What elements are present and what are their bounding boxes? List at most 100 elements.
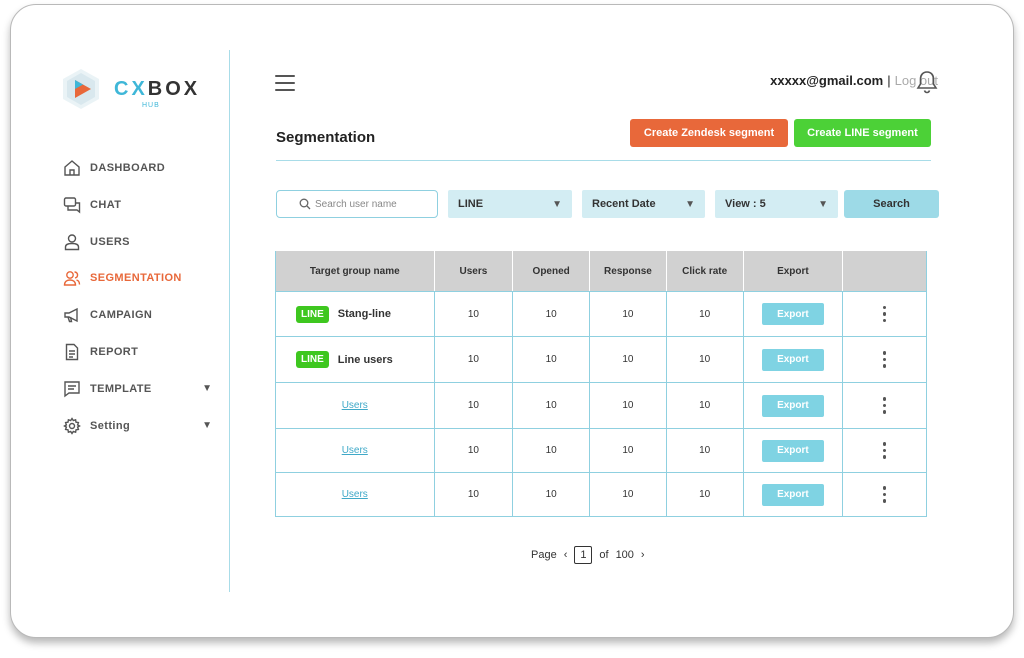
search-icon xyxy=(299,198,311,210)
column-header xyxy=(843,251,926,291)
export-cell: Export xyxy=(744,383,844,428)
export-cell: Export xyxy=(744,292,844,336)
chevron-down-icon[interactable]: ▼ xyxy=(202,383,212,394)
sidebar-item-template[interactable]: TEMPLATE ▼ xyxy=(62,379,212,399)
sidebar-item-campaign[interactable]: CAMPAIGN xyxy=(62,305,212,325)
of-label: of xyxy=(599,549,609,561)
bell-icon[interactable] xyxy=(916,70,938,94)
search-field[interactable] xyxy=(276,190,438,218)
search-input[interactable] xyxy=(315,198,435,210)
export-button[interactable]: Export xyxy=(761,303,824,325)
title-divider xyxy=(276,160,931,161)
table-header-row: Target group name Users Opened Response … xyxy=(276,251,926,291)
click-rate-cell: 10 xyxy=(667,383,744,428)
table-row: Users 10 10 10 10 Export xyxy=(276,472,926,516)
sidebar-item-users[interactable]: USERS xyxy=(62,232,212,252)
click-rate-cell: 10 xyxy=(667,337,744,382)
channel-select[interactable]: LINE ▼ xyxy=(448,190,572,218)
more-options-icon[interactable] xyxy=(877,304,893,325)
target-group-link[interactable]: Users xyxy=(342,445,368,456)
target-group-cell: Users xyxy=(276,473,435,516)
response-cell: 10 xyxy=(590,429,667,472)
more-options-icon[interactable] xyxy=(877,395,893,416)
target-group-link[interactable]: Users xyxy=(342,400,368,411)
column-header: Target group name xyxy=(276,251,435,291)
export-cell: Export xyxy=(744,429,844,472)
sidebar-item-label: CHAT xyxy=(90,198,122,211)
table-row: LINE Stang-line 10 10 10 10 Export xyxy=(276,291,926,336)
more-options-icon[interactable] xyxy=(877,349,893,370)
click-rate-cell: 10 xyxy=(667,292,744,336)
export-button[interactable]: Export xyxy=(761,394,824,417)
current-page-input[interactable]: 1 xyxy=(574,546,593,564)
sort-select[interactable]: Recent Date ▼ xyxy=(582,190,705,218)
target-group-link[interactable]: Users xyxy=(342,489,368,500)
more-options-icon[interactable] xyxy=(877,440,893,461)
brand-name-cx: CX xyxy=(114,77,148,100)
menu-icon[interactable] xyxy=(275,75,295,91)
actions-cell xyxy=(843,473,926,516)
create-line-segment-button[interactable]: Create LINE segment xyxy=(794,119,931,147)
actions-cell xyxy=(843,429,926,472)
users-cell: 10 xyxy=(435,337,514,382)
sidebar-item-label: USERS xyxy=(90,235,130,248)
sidebar-item-segmentation[interactable]: SEGMENTATION xyxy=(62,268,212,288)
target-group-cell: Users xyxy=(276,429,435,472)
actions-cell xyxy=(843,383,926,428)
response-cell: 10 xyxy=(590,383,667,428)
export-button[interactable]: Export xyxy=(761,348,824,371)
actions-cell xyxy=(843,292,926,336)
page-title: Segmentation xyxy=(276,129,376,146)
opened-cell: 10 xyxy=(513,473,591,516)
view-select[interactable]: View : 5 ▼ xyxy=(715,190,838,218)
chevron-down-icon: ▼ xyxy=(818,198,828,210)
page-label: Page xyxy=(531,549,557,561)
users-cell: 10 xyxy=(435,429,514,472)
gear-icon xyxy=(62,416,82,436)
table-row: Users 10 10 10 10 Export xyxy=(276,382,926,428)
search-button[interactable]: Search xyxy=(844,190,939,218)
response-cell: 10 xyxy=(590,473,667,516)
sidebar-divider xyxy=(229,50,230,592)
sort-select-value: Recent Date xyxy=(592,198,656,210)
users-cell: 10 xyxy=(435,473,514,516)
target-group-name: Line users xyxy=(337,353,393,366)
template-icon xyxy=(62,379,82,399)
sidebar-item-label: SEGMENTATION xyxy=(90,272,182,285)
sidebar-item-label: Setting xyxy=(90,419,131,432)
click-rate-cell: 10 xyxy=(667,473,744,516)
users-cell: 10 xyxy=(435,292,514,336)
sidebar-nav: DASHBOARD CHAT USERS SEGMENTATION CAMPAI… xyxy=(62,158,212,452)
chevron-down-icon[interactable]: ▼ xyxy=(202,420,212,431)
sidebar-item-setting[interactable]: Setting ▼ xyxy=(62,416,212,436)
opened-cell: 10 xyxy=(513,429,591,472)
brand-sub: HUB xyxy=(142,101,160,109)
user-icon xyxy=(62,232,82,252)
actions-cell xyxy=(843,337,926,382)
sidebar-item-dashboard[interactable]: DASHBOARD xyxy=(62,158,212,178)
target-group-cell: LINE Stang-line xyxy=(276,292,435,336)
target-group-cell: Users xyxy=(276,383,435,428)
segment-table: Target group name Users Opened Response … xyxy=(275,251,927,517)
chevron-right-icon[interactable]: › xyxy=(641,549,645,561)
table-row: LINE Line users 10 10 10 10 Export xyxy=(276,336,926,382)
separator: | xyxy=(887,73,891,88)
sidebar-item-report[interactable]: REPORT xyxy=(62,342,212,362)
pagination: Page ‹ 1 of 100 › xyxy=(531,546,645,564)
export-button[interactable]: Export xyxy=(761,439,824,462)
chevron-down-icon: ▼ xyxy=(552,198,562,210)
total-pages: 100 xyxy=(615,549,634,561)
sidebar-item-chat[interactable]: CHAT xyxy=(62,195,212,215)
chat-icon xyxy=(62,195,82,215)
sidebar-item-label: DASHBOARD xyxy=(90,162,166,174)
more-options-icon[interactable] xyxy=(877,484,893,505)
user-area: xxxxx@gmail.com | Log out xyxy=(770,73,938,88)
users-cell: 10 xyxy=(435,383,514,428)
export-button[interactable]: Export xyxy=(761,483,824,506)
create-zendesk-segment-button[interactable]: Create Zendesk segment xyxy=(630,119,788,147)
chevron-down-icon: ▼ xyxy=(685,198,695,210)
export-cell: Export xyxy=(744,473,844,516)
chevron-left-icon[interactable]: ‹ xyxy=(564,549,568,561)
column-header: Response xyxy=(590,251,667,291)
megaphone-icon xyxy=(62,305,82,325)
